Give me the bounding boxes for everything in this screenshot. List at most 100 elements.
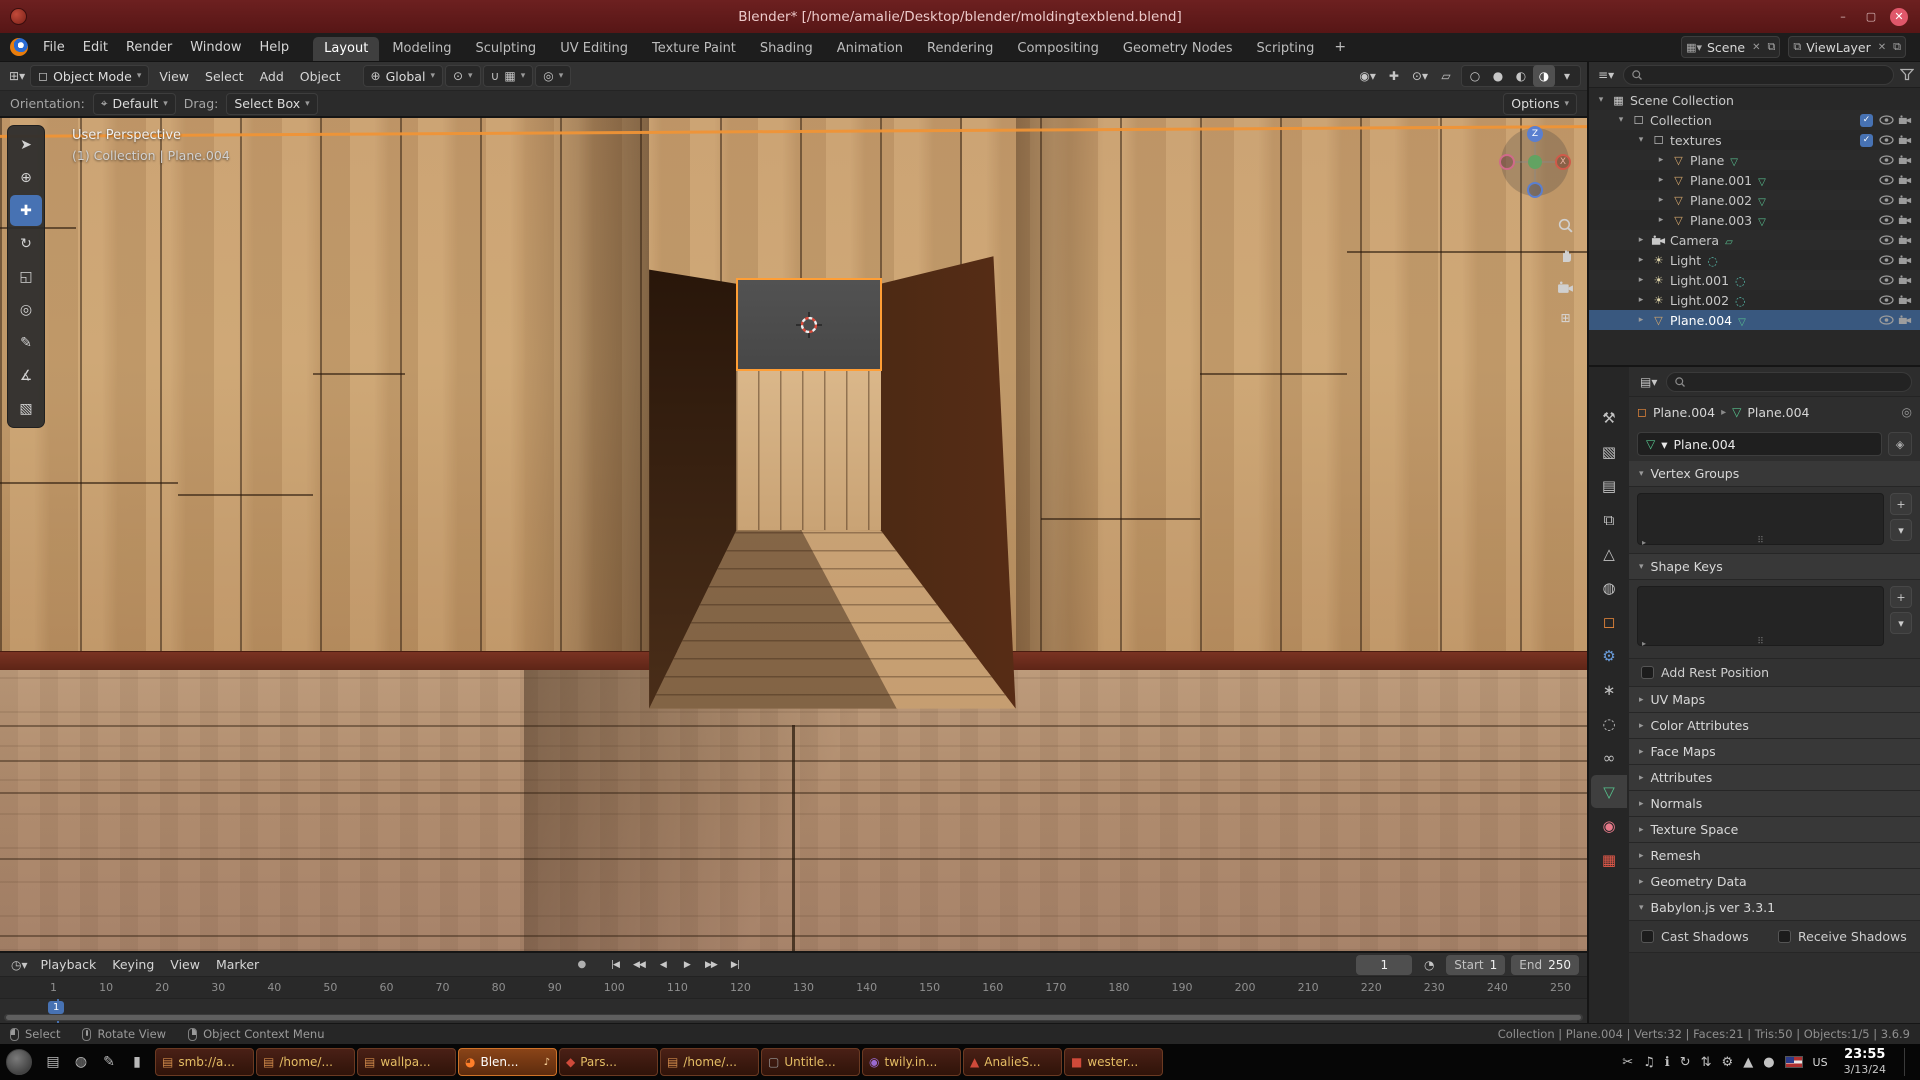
list-filter-arrow-icon[interactable]: ▸: [1642, 639, 1646, 648]
expand-arrow-icon[interactable]: ▸: [1655, 215, 1667, 225]
menu-item[interactable]: Render: [117, 33, 181, 61]
properties-tab[interactable]: ⚙: [1591, 639, 1627, 672]
menu-item[interactable]: File: [34, 33, 74, 61]
launcher-icon[interactable]: ▤: [40, 1049, 66, 1075]
hide-eye-icon[interactable]: [1879, 275, 1894, 285]
shading-options-icon[interactable]: ▾: [1556, 65, 1578, 87]
hide-eye-icon[interactable]: [1879, 315, 1894, 325]
outliner-row[interactable]: ▾ ▦ Scene Collection ✓: [1589, 90, 1920, 110]
toolbar-tool-button[interactable]: ⊕: [10, 162, 42, 193]
stopwatch-icon[interactable]: ◔: [1418, 954, 1440, 976]
tray-icon[interactable]: ⇅: [1701, 1055, 1712, 1070]
menu-item[interactable]: Window: [181, 33, 250, 61]
material-preview-icon[interactable]: ◐: [1510, 65, 1532, 87]
axis-x-positive[interactable]: X: [1555, 154, 1571, 170]
expand-arrow-icon[interactable]: ▸: [1635, 255, 1647, 265]
taskbar-window-button[interactable]: ▲ AnalieS...: [963, 1048, 1062, 1076]
vertex-groups-list[interactable]: ▸: [1637, 493, 1884, 545]
properties-tab[interactable]: ⧉: [1591, 503, 1627, 536]
toolbar-tool-button[interactable]: ◱: [10, 261, 42, 292]
render-visibility-icon[interactable]: [1898, 115, 1912, 125]
panel-section-header[interactable]: Texture Space: [1629, 817, 1920, 843]
panel-section-header[interactable]: Attributes: [1629, 765, 1920, 791]
panel-section-header[interactable]: Color Attributes: [1629, 713, 1920, 739]
outliner-row[interactable]: ▸ ▽ Plane.004 ✓: [1589, 310, 1920, 330]
workspace-tab[interactable]: Geometry Nodes: [1112, 37, 1244, 61]
properties-tab[interactable]: △: [1591, 537, 1627, 570]
outliner-item-label[interactable]: textures: [1670, 133, 1722, 148]
expand-arrow-icon[interactable]: ▾: [1615, 115, 1627, 125]
navigation-gizmo[interactable]: Z X: [1501, 128, 1569, 196]
toolbar-tool-button[interactable]: ↻: [10, 228, 42, 259]
3d-cursor-icon[interactable]: [796, 312, 822, 338]
window-app-icon[interactable]: [10, 8, 27, 25]
orientation-setting-dropdown[interactable]: ⌖ Default ▾: [93, 93, 176, 115]
timeline-menu-item[interactable]: Playback: [33, 953, 105, 977]
outliner-row[interactable]: ▸ ☀ Light.002 ✓: [1589, 290, 1920, 310]
start-menu-button[interactable]: [6, 1049, 32, 1075]
playback-button[interactable]: ◀◀: [627, 955, 651, 975]
tray-icon[interactable]: ●: [1763, 1055, 1774, 1070]
new-scene-icon[interactable]: ⧉: [1768, 40, 1776, 54]
launcher-icon[interactable]: ◍: [68, 1049, 94, 1075]
panel-section-header[interactable]: Face Maps: [1629, 739, 1920, 765]
workspace-tab[interactable]: Compositing: [1006, 37, 1110, 61]
playback-button[interactable]: ◀: [651, 955, 675, 975]
tray-icon[interactable]: ♫: [1643, 1055, 1655, 1070]
expand-arrow-icon[interactable]: ▸: [1655, 195, 1667, 205]
viewport-menu-item[interactable]: Add: [252, 62, 292, 90]
playback-button[interactable]: ▶|: [723, 955, 747, 975]
cast-shadows-checkbox[interactable]: [1641, 930, 1654, 943]
properties-editor-type-icon[interactable]: ▤▾: [1637, 371, 1660, 393]
outliner-editor-type-icon[interactable]: ≡▾: [1595, 64, 1617, 86]
visibility-dropdown-icon[interactable]: ◉▾: [1356, 65, 1379, 87]
toolbar-tool-button[interactable]: ▧: [10, 393, 42, 424]
outliner-search-input[interactable]: [1623, 65, 1894, 85]
workspace-tab[interactable]: Texture Paint: [641, 37, 747, 61]
shape-keys-header[interactable]: Shape Keys: [1629, 554, 1920, 580]
snapping-dropdown[interactable]: ∪ ▦ ▾: [483, 65, 534, 87]
show-gizmo-icon[interactable]: ✚: [1383, 65, 1405, 87]
workspace-tab[interactable]: UV Editing: [549, 37, 639, 61]
outliner-item-label[interactable]: Plane.003: [1690, 213, 1752, 228]
outliner-row[interactable]: ▸ ▽ Plane ✓: [1589, 150, 1920, 170]
properties-tab[interactable]: ▤: [1591, 469, 1627, 502]
hide-eye-icon[interactable]: [1879, 235, 1894, 245]
hide-eye-icon[interactable]: [1879, 215, 1894, 225]
outliner-item-label[interactable]: Plane.004: [1670, 313, 1732, 328]
workspace-tab[interactable]: Animation: [826, 37, 914, 61]
taskbar-window-button[interactable]: ◉ twily.in...: [862, 1048, 961, 1076]
properties-tab[interactable]: ◍: [1591, 571, 1627, 604]
tray-icon[interactable]: ⚙: [1722, 1055, 1734, 1070]
camera-view-icon[interactable]: [1554, 276, 1577, 298]
selected-plane-object[interactable]: [736, 278, 883, 371]
render-visibility-icon[interactable]: [1898, 255, 1912, 265]
wireframe-shading-icon[interactable]: ○: [1464, 65, 1486, 87]
launcher-icon[interactable]: ✎: [96, 1049, 122, 1075]
timeline-menu-item[interactable]: Marker: [208, 953, 267, 977]
timeline-editor-type-icon[interactable]: ◷▾: [8, 954, 31, 976]
properties-tab[interactable]: ∞: [1591, 741, 1627, 774]
taskbar-window-button[interactable]: ▤ /home/...: [256, 1048, 355, 1076]
orthographic-toggle-icon[interactable]: ⊞: [1555, 307, 1577, 329]
toolbar-tool-button[interactable]: ◎: [10, 294, 42, 325]
scene-selector[interactable]: ▦▾ Scene ✕ ⧉: [1681, 36, 1780, 58]
expand-arrow-icon[interactable]: ▸: [1655, 175, 1667, 185]
taskbar-window-button[interactable]: ▤ smb://a...: [155, 1048, 254, 1076]
render-visibility-icon[interactable]: [1898, 315, 1912, 325]
properties-tab[interactable]: ▽: [1591, 775, 1627, 808]
keyboard-flag-icon[interactable]: [1785, 1056, 1803, 1068]
outliner-item-label[interactable]: Plane: [1690, 153, 1724, 168]
properties-tab[interactable]: ◌: [1591, 707, 1627, 740]
render-visibility-icon[interactable]: [1898, 235, 1912, 245]
expand-arrow-icon[interactable]: ▸: [1635, 275, 1647, 285]
outliner-row[interactable]: ▾ ☐ Collection ✓: [1589, 110, 1920, 130]
properties-tab[interactable]: ∗: [1591, 673, 1627, 706]
auto-keying-icon[interactable]: ●: [573, 956, 591, 974]
pan-hand-icon[interactable]: [1555, 245, 1577, 267]
tray-icon[interactable]: ✂: [1622, 1055, 1633, 1070]
properties-tab[interactable]: ⚒: [1591, 401, 1627, 434]
drag-setting-dropdown[interactable]: Select Box ▾: [226, 93, 317, 115]
scrollbar-thumb[interactable]: [6, 1015, 1581, 1020]
viewport-menu-item[interactable]: View: [151, 62, 197, 90]
